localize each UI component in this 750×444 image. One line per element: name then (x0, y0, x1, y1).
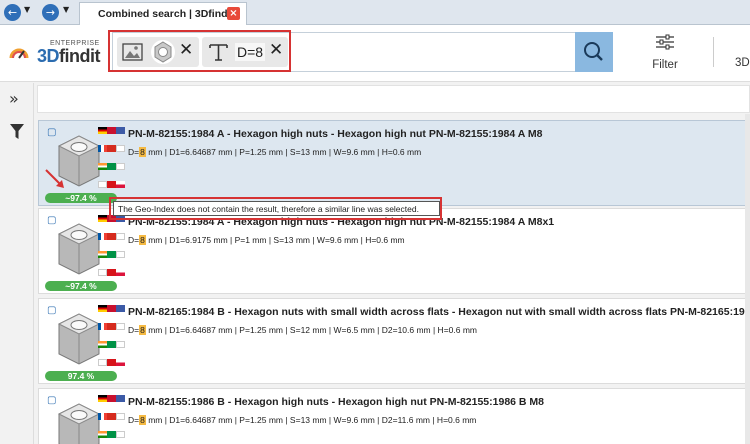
arrow-left-icon: ← (7, 6, 18, 19)
result-thumbnail: ▢ (47, 305, 125, 375)
result-title[interactable]: PN-M-82165:1984 B - Hexagon nuts with sm… (128, 306, 750, 318)
result-item[interactable]: ▢ PN-M-82155:1986 B - Hexagon high nuts … (38, 388, 750, 444)
result-title[interactable]: PN-M-82155:1984 A - Hexagon high nuts - … (128, 128, 542, 140)
sidebar: » (0, 83, 34, 444)
logo-icon (9, 48, 29, 59)
close-icon[interactable]: × (227, 7, 240, 20)
annotation-arrow (45, 169, 64, 188)
result-item[interactable]: ▢ ~97.4 % PN-M-82155:1984 A - Hexagon hi… (38, 208, 750, 294)
arrow-right-icon: → (45, 6, 56, 19)
sliders-icon (656, 34, 674, 50)
result-thumbnail: ▢ (47, 215, 125, 285)
result-thumbnail: ▢ (47, 395, 125, 444)
country-flags (98, 127, 128, 199)
search-icon (584, 42, 603, 61)
country-flags (98, 305, 128, 377)
filter-label: Filter (652, 59, 678, 71)
annotation-highlight (108, 30, 291, 72)
hexagon-nut-icon (57, 313, 101, 365)
funnel-icon[interactable] (9, 123, 25, 141)
tooltip-annotation-highlight (109, 197, 442, 220)
result-dimensions: D=8 mm | D1=6.9175 mm | P=1 mm | S=13 mm… (128, 235, 405, 245)
country-flags (98, 395, 128, 444)
header-next-label[interactable]: 3D (735, 57, 750, 69)
match-percentage: 97.4 % (45, 371, 117, 381)
forward-dropdown-icon[interactable]: ▼ (63, 5, 69, 14)
country-flags (98, 215, 128, 287)
result-title[interactable]: PN-M-82155:1986 B - Hexagon high nuts - … (128, 396, 544, 408)
result-item[interactable]: ▢ ~97.4 % PN-M-82155:1984 A - Hexagon hi… (38, 120, 750, 206)
header-divider (713, 37, 714, 67)
title-bar: ← ▼ → ▼ Combined search | 3Dfindit × (0, 0, 750, 25)
app-header: ENTERPRISE 3Dfindit ✕ D=8 ✕ Filter 3D (0, 25, 750, 82)
results-toolbar (37, 85, 750, 113)
search-button[interactable] (575, 32, 613, 72)
back-dropdown-icon[interactable]: ▼ (24, 5, 30, 14)
result-item[interactable]: ▢ 97.4 % PN-M-82165:1984 B - Hexagon nut… (38, 298, 750, 384)
hexagon-nut-icon (57, 403, 101, 444)
back-button[interactable]: ← (4, 4, 21, 21)
match-percentage: ~97.4 % (45, 193, 117, 203)
result-dimensions: D=8 mm | D1=6.64687 mm | P=1.25 mm | S=1… (128, 325, 478, 335)
double-chevron-right-icon[interactable]: » (9, 89, 19, 108)
scrollbar[interactable] (745, 114, 750, 444)
filter-button[interactable]: Filter (645, 34, 685, 71)
tab-combined-search[interactable]: Combined search | 3Dfindit × (79, 2, 247, 25)
forward-button[interactable]: → (42, 4, 59, 21)
tab-label: Combined search | 3Dfindit (98, 8, 234, 20)
result-dimensions: D=8 mm | D1=6.64687 mm | P=1.25 mm | S=1… (128, 147, 422, 157)
logo: 3Dfindit (37, 46, 100, 66)
result-dimensions: D=8 mm | D1=6.64687 mm | P=1.25 mm | S=1… (128, 415, 477, 425)
match-percentage: ~97.4 % (45, 281, 117, 291)
hexagon-nut-icon (57, 223, 101, 275)
